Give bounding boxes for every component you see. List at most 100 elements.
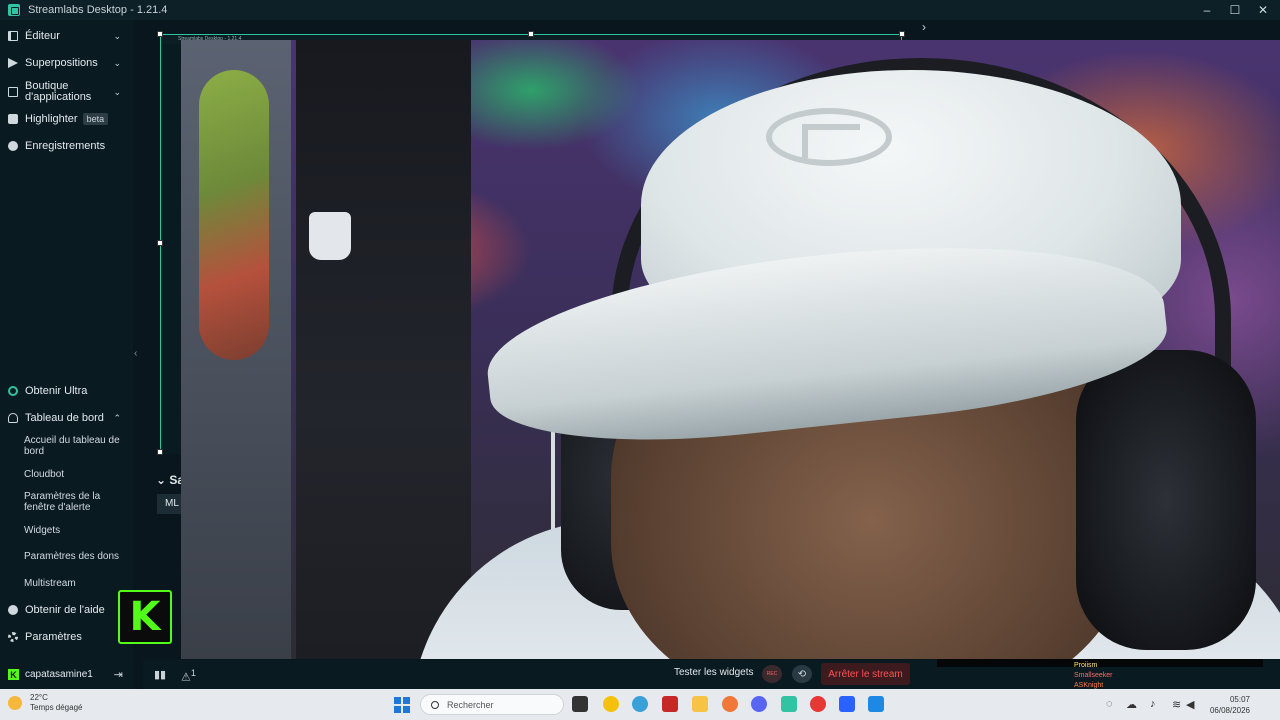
streamlabs-taskbar-icon[interactable] [781,696,797,712]
nested-preview-sidebar [163,44,181,454]
start-button[interactable] [394,697,410,713]
mug [309,212,351,260]
file-explorer-icon[interactable] [692,696,708,712]
sidebar-item-dashboard[interactable]: Tableau de bord ⌃ [0,412,133,424]
sidebar-item-label: Obtenir Ultra [25,385,88,397]
onedrive-icon[interactable]: ☁ [1126,698,1137,711]
app-icon[interactable] [722,696,738,712]
overlays-icon [8,58,18,68]
chat-user: Proiism [1074,662,1098,669]
rec-label: REC [766,671,778,677]
chevron-right-icon[interactable]: › [922,20,926,34]
beta-badge: beta [82,113,109,125]
sidebar-subitem-multistream[interactable]: Multistream [24,578,124,589]
chrome-icon[interactable] [603,696,619,712]
windows-logo-square [403,706,410,713]
chevron-up-icon[interactable]: ⌃ [113,413,121,424]
dashboard-icon [8,413,18,423]
microphone-icon[interactable]: ♪ [1150,698,1156,710]
search-placeholder: Rechercher [447,699,494,710]
date: 06/08/2026 [1209,706,1250,715]
resize-handle[interactable] [899,31,905,37]
network-icon[interactable]: ◌ [1106,698,1113,710]
background-door [181,40,291,659]
weather-text: Temps dégagé [30,703,83,712]
sidebar-item-label: Superpositions [25,57,98,69]
sidebar-subitem-cloudbot[interactable]: Cloudbot [24,469,124,480]
close-button[interactable]: ✕ [1256,3,1270,17]
sidebar-item-label: Boutique d'applications [25,80,92,103]
resize-handle[interactable] [528,31,534,37]
store-icon [8,87,18,97]
clock[interactable]: 05:07 06/08/2026 [1200,694,1250,716]
headphone-cup-right [1076,350,1256,650]
chevron-down-icon[interactable]: ⌄ [113,87,121,98]
sidebar-item-ultra[interactable]: Obtenir Ultra [0,385,133,397]
resize-handle[interactable] [157,449,163,455]
chat-user: Smallseeker [1074,672,1113,679]
sidebar-item-label: Paramètres [25,631,82,643]
help-icon [8,605,18,615]
logout-icon[interactable]: ⇥ [114,668,123,681]
replay-buffer-button[interactable]: ⟲ [792,665,812,683]
sidebar-item-overlays[interactable]: Superpositions ⌄ [0,57,133,69]
wifi-icon[interactable]: ≋ [1172,698,1181,711]
temperature: 22°C [30,693,48,702]
stop-stream-button[interactable]: Arrêter le stream [821,663,910,685]
stats-icon[interactable]: ▮▮ [154,668,166,681]
azure-icon[interactable] [839,696,855,712]
volume-icon[interactable]: ◀ [1186,698,1194,711]
search-icon [431,700,439,709]
task-view-icon[interactable] [572,696,588,712]
editor-icon [8,31,18,41]
webcam-source[interactable] [181,40,1280,659]
app-window-icon[interactable] [868,696,884,712]
sidebar-item-help[interactable]: Obtenir de l'aide [0,604,133,616]
sidebar-item-label: Tableau de bord [25,412,104,424]
sidebar-item-recordings[interactable]: Enregistrements [0,140,133,152]
weather-widget[interactable]: 22°C Temps dégagé [8,693,82,713]
collapse-sidebar-icon[interactable]: ‹ [134,348,137,359]
username: capatasamine1 [25,669,93,680]
sidebar-item-label: Éditeur [25,30,60,42]
angular-icon[interactable] [662,696,678,712]
minimize-button[interactable]: – [1200,3,1214,17]
gear-icon [8,632,18,642]
taskbar-search[interactable]: Rechercher [420,694,564,715]
test-widgets-button[interactable]: Tester les widgets [674,667,753,678]
chrome-alt-icon[interactable] [810,696,826,712]
chevron-down-icon[interactable]: ⌄ [113,31,121,42]
sidebar-subitem-widgets[interactable]: Widgets [24,525,124,536]
cap-logo [766,108,892,166]
background-shelf [296,40,471,659]
maximize-button[interactable]: ☐ [1228,3,1242,17]
resize-handle[interactable] [157,240,163,246]
door-artwork [199,70,269,360]
sidebar-subitem-donations[interactable]: Paramètres des dons [24,551,124,562]
sidebar-subitem-dashboard-home[interactable]: Accueil du tableau de bord [24,435,124,457]
windows-logo-square [403,697,410,704]
record-button[interactable]: REC [762,665,782,683]
moon-icon [8,696,22,710]
highlighter-icon [8,114,18,124]
alert-count: 1 [190,668,196,678]
taskbar: 22°C Temps dégagé Rechercher ◌ ☁ ♪ ≋ ◀ 0… [0,689,1280,720]
resize-handle[interactable] [157,31,163,37]
edge-icon[interactable] [632,696,648,712]
title-bar: Streamlabs Desktop - 1.21.4 – ☐ ✕ [0,0,1280,20]
recordings-icon [8,141,18,151]
kick-logo: K [118,590,172,644]
sidebar-item-label: Obtenir de l'aide [25,604,105,616]
sidebar-item-app-store[interactable]: Boutique d'applications ⌄ [0,80,133,104]
streamlabs-logo-icon [8,4,20,16]
chevron-down-icon[interactable]: ⌄ [113,58,121,69]
alert-icon[interactable]: ⚠1 [181,668,196,684]
windows-logo-square [394,697,401,704]
time: 05:07 [1229,695,1250,704]
sidebar-subitem-alert-box[interactable]: Paramètres de la fenêtre d'alerte [24,491,124,513]
sidebar: Éditeur ⌄ Superpositions ⌄ Boutique d'ap… [0,20,133,660]
sidebar-item-highlighter[interactable]: Highlighter beta [0,112,133,126]
sidebar-item-editor[interactable]: Éditeur ⌄ [0,30,133,42]
sidebar-item-settings[interactable]: Paramètres [0,631,133,643]
discord-icon[interactable] [751,696,767,712]
